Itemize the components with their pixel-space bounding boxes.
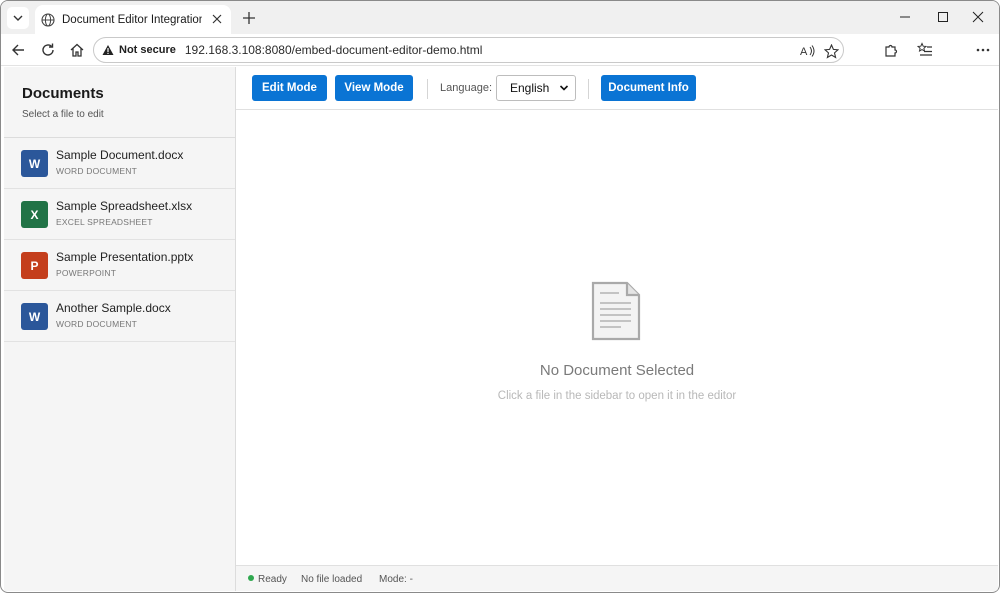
refresh-icon xyxy=(42,43,54,56)
file-item-sample-spreadsheet[interactable]: X Sample Spreadsheet.xlsx EXCEL SPREADSH… xyxy=(4,189,235,240)
chevron-down-icon xyxy=(13,15,23,21)
tab-title: Document Editor Integration Demo xyxy=(62,13,202,26)
file-type: WORD DOCUMENT xyxy=(56,166,137,176)
read-aloud-button[interactable]: A xyxy=(799,42,817,60)
close-window-button[interactable] xyxy=(963,5,993,29)
editor-area: Edit Mode View Mode Language: English Do… xyxy=(236,67,998,591)
refresh-button[interactable] xyxy=(37,39,59,61)
page-content: Documents Select a file to edit W Sample… xyxy=(4,67,998,591)
favorites-list-icon xyxy=(917,42,932,56)
file-name: Another Sample.docx xyxy=(56,301,171,315)
minimize-icon xyxy=(900,16,910,18)
view-mode-button[interactable]: View Mode xyxy=(335,75,413,101)
status-bar: Ready No file loaded Mode: - xyxy=(236,565,998,591)
editor-toolbar: Edit Mode View Mode Language: English Do… xyxy=(236,67,998,110)
documents-sidebar: Documents Select a file to edit W Sample… xyxy=(4,67,236,591)
word-file-icon: W xyxy=(21,150,48,177)
status-mode: Mode: - xyxy=(379,574,413,585)
tab-strip: Document Editor Integration Demo xyxy=(1,1,999,34)
empty-state-subtitle: Click a file in the sidebar to open it i… xyxy=(497,390,737,402)
sidebar-subtitle: Select a file to edit xyxy=(22,109,104,120)
close-icon xyxy=(972,11,984,23)
file-item-another-sample[interactable]: W Another Sample.docx WORD DOCUMENT xyxy=(4,291,235,342)
powerpoint-file-icon: P xyxy=(21,252,48,279)
extensions-button[interactable] xyxy=(880,39,902,61)
empty-state-title: No Document Selected xyxy=(539,362,695,379)
excel-file-icon: X xyxy=(21,201,48,228)
status-indicator-dot xyxy=(248,575,254,581)
url-text[interactable]: 192.168.3.108:8080/embed-document-editor… xyxy=(185,43,483,57)
chevron-down-icon xyxy=(559,85,569,91)
read-aloud-icon: A xyxy=(800,45,815,58)
toolbar-divider xyxy=(427,79,428,99)
file-item-sample-document[interactable]: W Sample Document.docx WORD DOCUMENT xyxy=(4,138,235,189)
browser-tab[interactable]: Document Editor Integration Demo xyxy=(35,5,231,34)
favorites-button[interactable] xyxy=(914,39,936,61)
warning-icon xyxy=(102,45,114,55)
back-button[interactable] xyxy=(7,39,29,61)
tab-close-button[interactable] xyxy=(209,11,225,27)
settings-more-button[interactable] xyxy=(972,39,994,61)
browser-window: Document Editor Integration Demo xyxy=(0,0,1000,593)
sidebar-title: Documents xyxy=(22,85,104,102)
tab-search-button[interactable] xyxy=(7,7,29,29)
language-select[interactable]: English xyxy=(496,75,576,101)
minimize-button[interactable] xyxy=(890,5,920,29)
file-name: Sample Presentation.pptx xyxy=(56,250,194,264)
home-button[interactable] xyxy=(66,39,88,61)
file-type: POWERPOINT xyxy=(56,268,117,278)
plus-icon xyxy=(243,12,255,24)
favorite-button[interactable] xyxy=(822,42,840,60)
document-icon xyxy=(591,281,641,341)
status-file: No file loaded xyxy=(301,574,363,585)
document-info-button[interactable]: Document Info xyxy=(601,75,696,101)
address-bar[interactable]: Not secure 192.168.3.108:8080/embed-docu… xyxy=(93,37,844,63)
edit-mode-button[interactable]: Edit Mode xyxy=(252,75,327,101)
svg-text:A: A xyxy=(800,46,808,58)
globe-icon xyxy=(41,12,55,27)
navigation-bar: Not secure 192.168.3.108:8080/embed-docu… xyxy=(1,34,999,66)
language-label: Language: xyxy=(440,82,492,94)
toolbar-divider xyxy=(588,79,589,99)
arrow-left-icon xyxy=(12,44,24,56)
word-file-icon: W xyxy=(21,303,48,330)
maximize-button[interactable] xyxy=(928,5,958,29)
star-icon xyxy=(823,43,839,59)
file-type: EXCEL SPREADSHEET xyxy=(56,217,153,227)
puzzle-icon xyxy=(885,44,898,57)
home-icon xyxy=(70,43,84,57)
maximize-icon xyxy=(938,12,948,22)
status-state: Ready xyxy=(258,574,287,585)
file-item-sample-presentation[interactable]: P Sample Presentation.pptx POWERPOINT xyxy=(4,240,235,291)
file-type: WORD DOCUMENT xyxy=(56,319,137,329)
file-name: Sample Spreadsheet.xlsx xyxy=(56,199,193,213)
close-icon xyxy=(212,14,222,24)
empty-state: No Document Selected Click a file in the… xyxy=(236,111,998,565)
language-selected-value: English xyxy=(510,81,550,95)
security-label[interactable]: Not secure xyxy=(119,44,176,56)
new-tab-button[interactable] xyxy=(239,8,259,28)
file-name: Sample Document.docx xyxy=(56,148,184,162)
more-icon xyxy=(976,48,990,52)
sidebar-header: Documents Select a file to edit xyxy=(4,67,235,138)
